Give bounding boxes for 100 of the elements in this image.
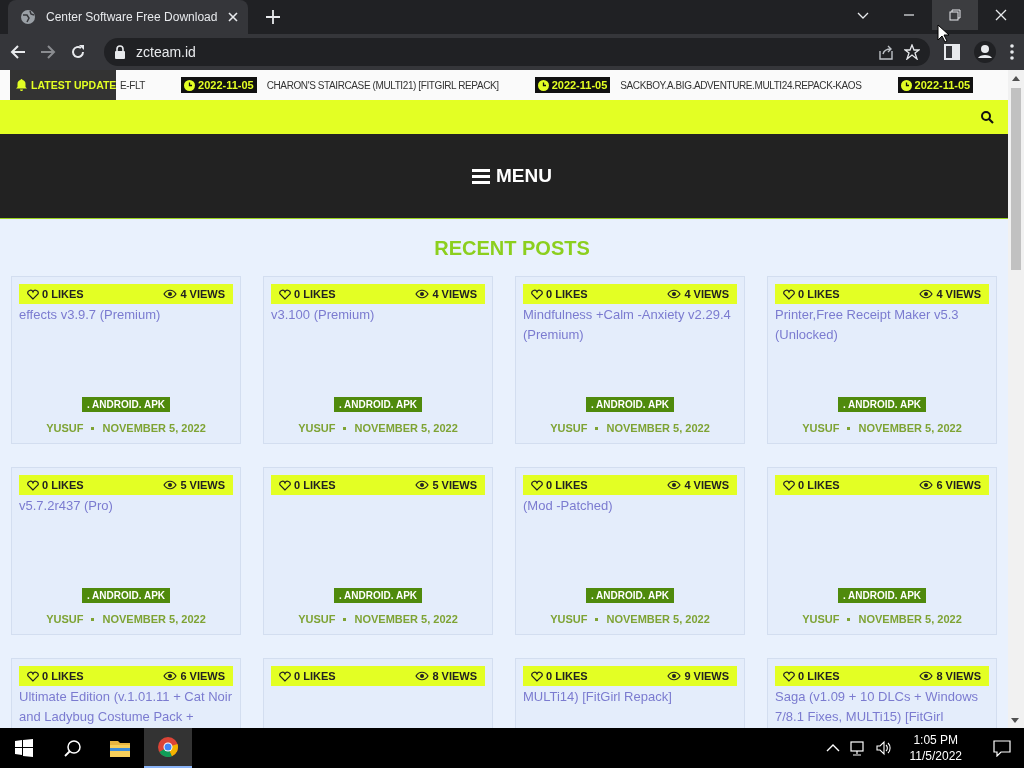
- section-heading: RECENT POSTS: [433, 237, 591, 260]
- speaker-icon[interactable]: [875, 740, 892, 756]
- latest-update-label: LATEST UPDATE: [10, 70, 116, 100]
- post-author[interactable]: YUSUF: [802, 422, 840, 434]
- likes-count[interactable]: 0 LIKES: [294, 670, 336, 682]
- heart-icon: [531, 479, 543, 491]
- post-date: NOVEMBER 5, 2022: [354, 613, 458, 625]
- category-tag[interactable]: . ANDROID. APK: [333, 588, 423, 603]
- scroll-thumb[interactable]: [1011, 88, 1021, 270]
- post-title[interactable]: v5.7.2r437 (Pro): [19, 496, 233, 516]
- notification-icon[interactable]: [993, 739, 1011, 757]
- plus-icon[interactable]: [266, 10, 280, 24]
- likes-count[interactable]: 0 LIKES: [546, 670, 588, 682]
- views-count: 4 VIEWS: [432, 288, 477, 300]
- post-author[interactable]: YUSUF: [46, 422, 84, 434]
- views-count: 6 VIEWS: [180, 670, 225, 682]
- post-date: NOVEMBER 5, 2022: [858, 613, 962, 625]
- heart-icon: [279, 479, 291, 491]
- globe-icon: [20, 9, 36, 25]
- post-title[interactable]: effects v3.9.7 (Premium): [19, 305, 233, 325]
- likes-count[interactable]: 0 LIKES: [798, 288, 840, 300]
- menu-button[interactable]: MENU: [472, 165, 552, 187]
- post-date: NOVEMBER 5, 2022: [858, 422, 962, 434]
- likes-count[interactable]: 0 LIKES: [42, 670, 84, 682]
- post-date: NOVEMBER 5, 2022: [606, 422, 710, 434]
- scroll-down-icon[interactable]: [1011, 718, 1019, 724]
- views-count: 9 VIEWS: [684, 670, 729, 682]
- heart-icon: [531, 670, 543, 682]
- network-icon[interactable]: [849, 740, 866, 756]
- search-icon[interactable]: [63, 739, 81, 757]
- forward-icon[interactable]: [40, 44, 56, 60]
- post-title[interactable]: Mindfulness +Calm -Anxiety v2.29.4 (Premium): [523, 305, 737, 345]
- likes-count[interactable]: 0 LIKES: [42, 479, 84, 491]
- views-count: 4 VIEWS: [684, 288, 729, 300]
- post-author[interactable]: YUSUF: [298, 422, 336, 434]
- post-title[interactable]: v3.100 (Premium): [271, 305, 485, 325]
- post-author[interactable]: YUSUF: [802, 613, 840, 625]
- search-icon[interactable]: [981, 110, 994, 124]
- post-author[interactable]: YUSUF: [298, 613, 336, 625]
- category-tag[interactable]: . ANDROID. APK: [333, 397, 423, 412]
- windows-icon[interactable]: [15, 739, 33, 757]
- post-title[interactable]: (Mod -Patched): [523, 496, 737, 516]
- restore-icon[interactable]: [949, 9, 961, 21]
- clock-icon: [537, 79, 549, 91]
- views-count: 4 VIEWS: [684, 479, 729, 491]
- likes-count[interactable]: 0 LIKES: [294, 288, 336, 300]
- close-icon[interactable]: [995, 9, 1007, 21]
- sidebar-icon[interactable]: [944, 44, 960, 60]
- category-tag[interactable]: . ANDROID. APK: [585, 588, 675, 603]
- heart-icon: [783, 479, 795, 491]
- eye-icon: [667, 289, 682, 299]
- reload-icon[interactable]: [70, 44, 86, 60]
- likes-count[interactable]: 0 LIKES: [546, 479, 588, 491]
- views-count: 8 VIEWS: [432, 670, 477, 682]
- chevron-up-icon[interactable]: [825, 743, 840, 753]
- browser-tab[interactable]: Center Software Free Download: [8, 0, 248, 34]
- news-headline[interactable]: E-FLT: [120, 79, 146, 91]
- post-title[interactable]: Saga (v1.09 + 10 DLCs + Windows 7/8.1 Fixes, MULTi15) [FitGirl: [775, 687, 989, 727]
- back-icon[interactable]: [10, 44, 26, 60]
- date-badge: 2022-11-05: [181, 77, 257, 93]
- share-icon[interactable]: [878, 44, 894, 60]
- eye-icon: [415, 671, 430, 681]
- eye-icon: [163, 671, 178, 681]
- star-icon[interactable]: [904, 44, 920, 60]
- post-title[interactable]: Printer,Free Receipt Maker v5.3 (Unlocked): [775, 305, 989, 345]
- clock-date: 11/5/2022: [909, 748, 962, 764]
- post-title[interactable]: MULTi14) [FitGirl Repack]: [523, 687, 737, 707]
- clock[interactable]: 1:05 PM 11/5/2022: [909, 732, 962, 764]
- likes-count[interactable]: 0 LIKES: [546, 288, 588, 300]
- category-tag[interactable]: . ANDROID. APK: [837, 588, 927, 603]
- likes-count[interactable]: 0 LIKES: [798, 670, 840, 682]
- post-date: NOVEMBER 5, 2022: [606, 613, 710, 625]
- likes-count[interactable]: 0 LIKES: [798, 479, 840, 491]
- post-author[interactable]: YUSUF: [46, 613, 84, 625]
- lock-icon: [114, 45, 126, 59]
- folder-icon[interactable]: [110, 739, 130, 757]
- date-badge: 2022-11-05: [897, 77, 974, 93]
- close-icon[interactable]: [227, 11, 240, 23]
- category-tag[interactable]: . ANDROID. APK: [81, 588, 171, 603]
- post-author[interactable]: YUSUF: [550, 613, 588, 625]
- views-count: 5 VIEWS: [180, 479, 225, 491]
- post-date: NOVEMBER 5, 2022: [354, 422, 458, 434]
- likes-count[interactable]: 0 LIKES: [294, 479, 336, 491]
- eye-icon: [667, 671, 682, 681]
- post-title[interactable]: Ultimate Edition (v.1.01.11 + Cat Noir and Ladybug Costume Pack +: [19, 687, 233, 727]
- profile-icon[interactable]: [974, 41, 996, 63]
- heart-icon: [783, 670, 795, 682]
- category-tag[interactable]: . ANDROID. APK: [585, 397, 675, 412]
- heart-icon: [27, 670, 39, 682]
- date-badge: 2022-11-05: [534, 77, 611, 93]
- post-date: NOVEMBER 5, 2022: [102, 422, 206, 434]
- category-tag[interactable]: . ANDROID. APK: [837, 397, 927, 412]
- likes-count[interactable]: 0 LIKES: [42, 288, 84, 300]
- category-tag[interactable]: . ANDROID. APK: [81, 397, 171, 412]
- more-icon[interactable]: [1010, 44, 1014, 60]
- scroll-up-icon[interactable]: [1012, 75, 1020, 81]
- news-headline[interactable]: CHARON'S STAIRCASE (MULTI21) [FITGIRL REPACK]: [266, 79, 499, 91]
- post-author[interactable]: YUSUF: [550, 422, 588, 434]
- browser-icon[interactable]: [158, 737, 178, 757]
- news-headline[interactable]: SACKBOY.A.BIG.ADVENTURE.MULTI24.REPACK-KAOS: [620, 79, 862, 91]
